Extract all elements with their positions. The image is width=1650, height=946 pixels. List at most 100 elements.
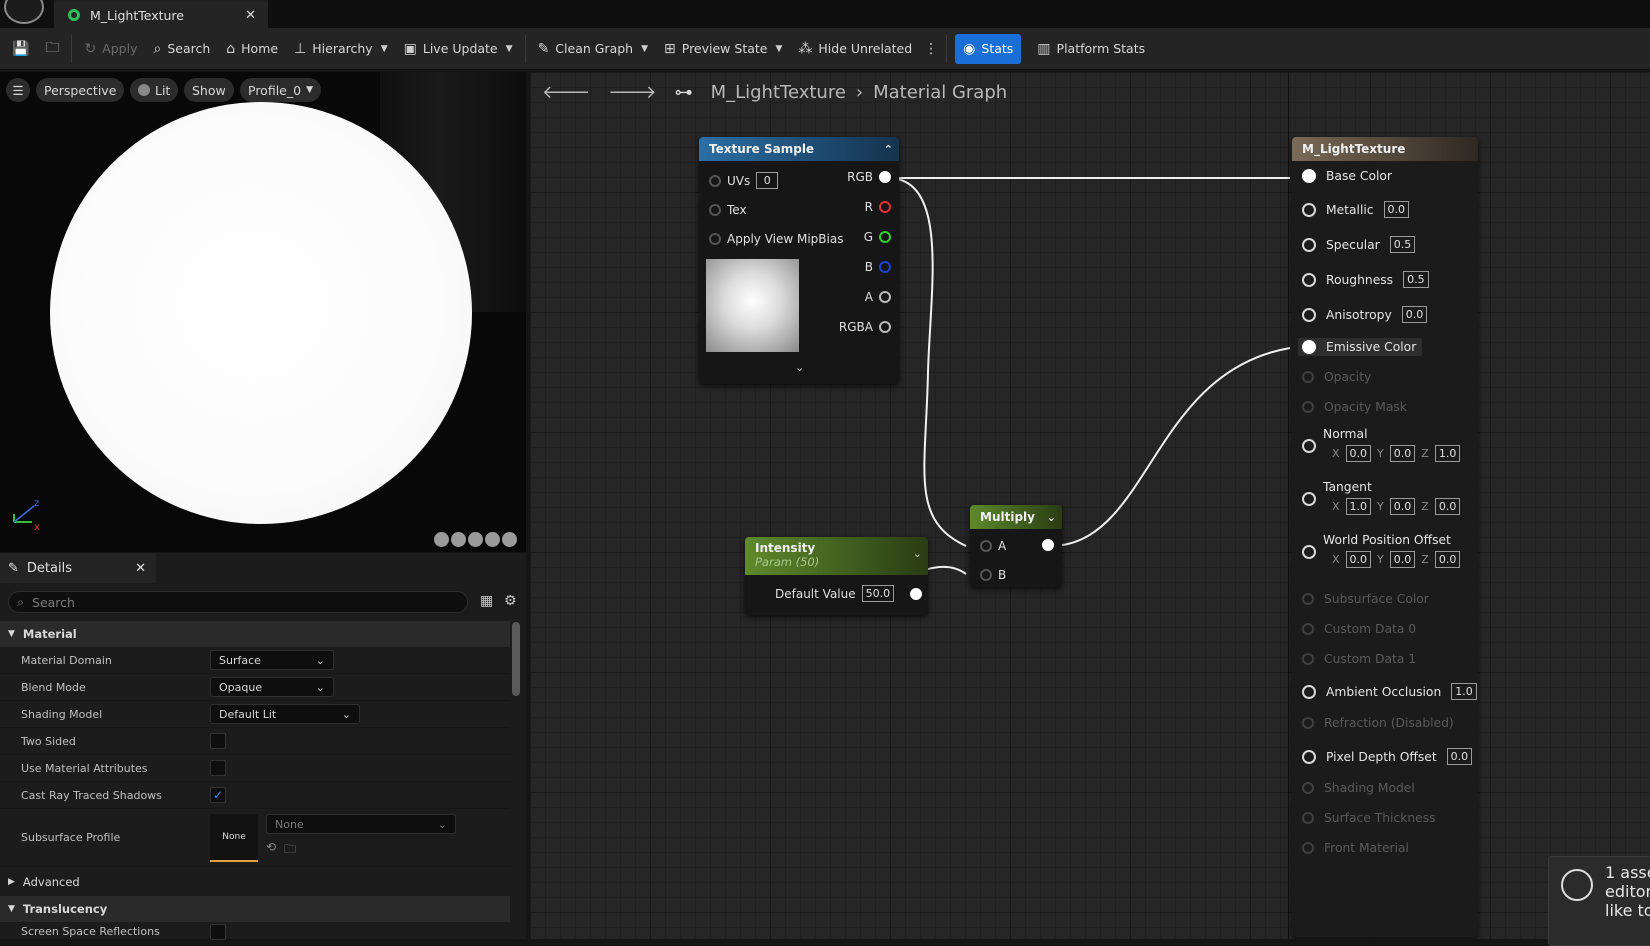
multiply-b-pin[interactable]: B	[980, 568, 1006, 582]
apply-button[interactable]: ↻ Apply	[76, 34, 145, 64]
emissive-color-pin[interactable]: Emissive Color	[1298, 338, 1423, 356]
category-translucency[interactable]: ▼ Translucency	[0, 896, 510, 922]
default-value-field[interactable]: 50.0	[861, 585, 895, 602]
platform-stats-button[interactable]: ▥ Platform Stats	[1029, 34, 1153, 64]
stats-button[interactable]: ◉ Stats	[955, 33, 1022, 64]
blend-mode-dropdown[interactable]: Opaque ⌄	[210, 677, 334, 697]
preview-state-button[interactable]: ⊞ Preview State ▼	[656, 34, 790, 64]
category-advanced[interactable]: ▶ Advanced	[0, 869, 510, 895]
a-pin[interactable]: A	[865, 290, 891, 304]
wpo-z-value[interactable]: 0.0	[1434, 551, 1461, 568]
normal-y-value[interactable]: 0.0	[1389, 445, 1416, 462]
hide-unrelated-button[interactable]: ⁂ Hide Unrelated	[790, 34, 920, 64]
tex-pin[interactable]: Tex	[709, 203, 747, 217]
subsurface-profile-dropdown[interactable]: None ⌄	[266, 814, 456, 834]
chevron-down-icon[interactable]: ⌄	[913, 547, 922, 560]
pixel-depth-offset-value[interactable]: 0.0	[1446, 748, 1473, 765]
unreal-logo-icon[interactable]	[4, 0, 44, 24]
breadcrumb-root[interactable]: M_LightTexture	[711, 82, 846, 103]
category-material[interactable]: ▼ Material	[0, 621, 510, 647]
table-view-icon[interactable]: ▦	[480, 593, 493, 609]
tangent-x-value[interactable]: 1.0	[1345, 498, 1372, 515]
live-update-button[interactable]: ▣ Live Update ▼	[396, 34, 521, 64]
home-button[interactable]: ⌂ Home	[218, 34, 286, 64]
details-scrollbar[interactable]	[512, 622, 520, 696]
multiply-header[interactable]: Multiply ⌄	[970, 505, 1062, 529]
hierarchy-button[interactable]: ⊥ Hierarchy ▼	[286, 34, 396, 64]
base-color-pin[interactable]: Base Color	[1302, 169, 1392, 183]
texture-sample-header[interactable]: Texture Sample ⌃	[699, 137, 899, 161]
browse-icon[interactable]: 🗀	[284, 840, 296, 861]
material-domain-dropdown[interactable]: Surface ⌄	[210, 650, 334, 670]
roughness-value[interactable]: 0.5	[1403, 271, 1429, 288]
wpo-pin[interactable]	[1302, 545, 1316, 559]
metallic-value[interactable]: 0.0	[1383, 201, 1410, 218]
cast-ray-traced-shadows-checkbox[interactable]: ✓	[210, 787, 226, 803]
material-graph-canvas[interactable]: Texture Sample ⌃ UVs 0 Tex Apply View Mip…	[530, 72, 1650, 939]
roughness-pin[interactable]: Roughness 0.5	[1302, 271, 1429, 288]
b-pin[interactable]: B	[865, 260, 891, 274]
pixel-depth-offset-pin[interactable]: Pixel Depth Offset 0.0	[1302, 748, 1473, 765]
r-pin[interactable]: R	[865, 200, 891, 214]
breadcrumb-child[interactable]: Material Graph	[873, 82, 1007, 103]
close-details-icon[interactable]: ✕	[135, 561, 146, 576]
wpo-y-value[interactable]: 0.0	[1389, 551, 1416, 568]
lit-button[interactable]: Lit	[130, 78, 179, 102]
uvs-value[interactable]: 0	[756, 172, 779, 189]
show-button[interactable]: Show	[184, 78, 234, 102]
tangent-y-value[interactable]: 0.0	[1389, 498, 1416, 515]
graph-root-icon[interactable]: ⊶	[675, 82, 693, 103]
subsurface-thumbnail[interactable]: None	[210, 813, 258, 862]
specular-pin[interactable]: Specular 0.5	[1302, 236, 1416, 253]
notification-toast[interactable]: 1 asse editor like to	[1548, 856, 1650, 946]
intensity-param-node[interactable]: Intensity Param (50) ⌄ Default Value 50.0	[745, 537, 928, 615]
preview-viewport[interactable]: ☰ Perspective Lit Show Profile_0 ▼ z x	[0, 72, 526, 552]
plane-preview-icon[interactable]	[468, 532, 483, 547]
specular-value[interactable]: 0.5	[1389, 236, 1416, 253]
more-options-button[interactable]: ⋮	[920, 34, 942, 64]
rgba-pin[interactable]: RGBA	[839, 320, 891, 334]
collapse-node-icon[interactable]: ⌃	[884, 143, 893, 156]
chevron-down-icon[interactable]: ⌄	[1047, 511, 1056, 524]
details-tab[interactable]: ✎ Details ✕	[0, 553, 156, 583]
normal-z-value[interactable]: 1.0	[1434, 445, 1461, 462]
normal-pin[interactable]	[1302, 439, 1316, 453]
forward-arrow-icon[interactable]: 🡒	[608, 82, 656, 103]
multiply-a-pin[interactable]: A	[980, 539, 1006, 553]
sphere-preview-icon[interactable]	[451, 532, 466, 547]
perspective-button[interactable]: Perspective	[36, 78, 125, 102]
result-header[interactable]: M_LightTexture	[1292, 137, 1478, 161]
cylinder-preview-icon[interactable]	[434, 532, 449, 547]
details-search-input[interactable]: ⌕ Search	[8, 591, 468, 613]
anisotropy-pin[interactable]: Anisotropy 0.0	[1302, 306, 1428, 323]
multiply-node[interactable]: Multiply ⌄ A B	[970, 505, 1062, 587]
close-tab-icon[interactable]: ✕	[245, 8, 256, 23]
two-sided-checkbox[interactable]	[210, 733, 226, 749]
asset-tab[interactable]: M_LightTexture ✕	[54, 0, 268, 28]
tangent-pin[interactable]	[1302, 492, 1316, 506]
viewport-menu-button[interactable]: ☰	[6, 78, 30, 102]
custom-mesh-preview-icon[interactable]	[502, 532, 517, 547]
mipbias-pin[interactable]: Apply View MipBias	[709, 232, 843, 246]
rgb-pin[interactable]: RGB	[847, 170, 891, 184]
shading-model-dropdown[interactable]: Default Lit ⌄	[210, 704, 360, 724]
anisotropy-value[interactable]: 0.0	[1401, 306, 1428, 323]
normal-x-value[interactable]: 0.0	[1345, 445, 1372, 462]
ambient-occlusion-pin[interactable]: Ambient Occlusion 1.0	[1302, 683, 1477, 700]
back-arrow-icon[interactable]: 🡐	[542, 82, 590, 103]
material-result-node[interactable]: M_LightTexture Base Color Metallic 0.0 Sp…	[1292, 137, 1478, 937]
clean-graph-button[interactable]: ✎ Clean Graph ▼	[530, 34, 656, 64]
wpo-x-value[interactable]: 0.0	[1345, 551, 1372, 568]
cube-preview-icon[interactable]	[485, 532, 500, 547]
gear-icon[interactable]: ⚙	[504, 593, 517, 609]
ssr-checkbox[interactable]	[210, 923, 226, 940]
use-selected-icon[interactable]: ⟲	[266, 840, 276, 861]
g-pin[interactable]: G	[864, 230, 891, 244]
metallic-pin[interactable]: Metallic 0.0	[1302, 201, 1410, 218]
texture-sample-node[interactable]: Texture Sample ⌃ UVs 0 Tex Apply View Mip…	[699, 137, 899, 384]
intensity-header[interactable]: Intensity Param (50) ⌄	[745, 537, 928, 575]
search-button[interactable]: ⌕ Search	[145, 34, 218, 64]
profile-button[interactable]: Profile_0 ▼	[240, 78, 321, 102]
tangent-z-value[interactable]: 0.0	[1434, 498, 1461, 515]
use-material-attributes-checkbox[interactable]	[210, 760, 226, 776]
